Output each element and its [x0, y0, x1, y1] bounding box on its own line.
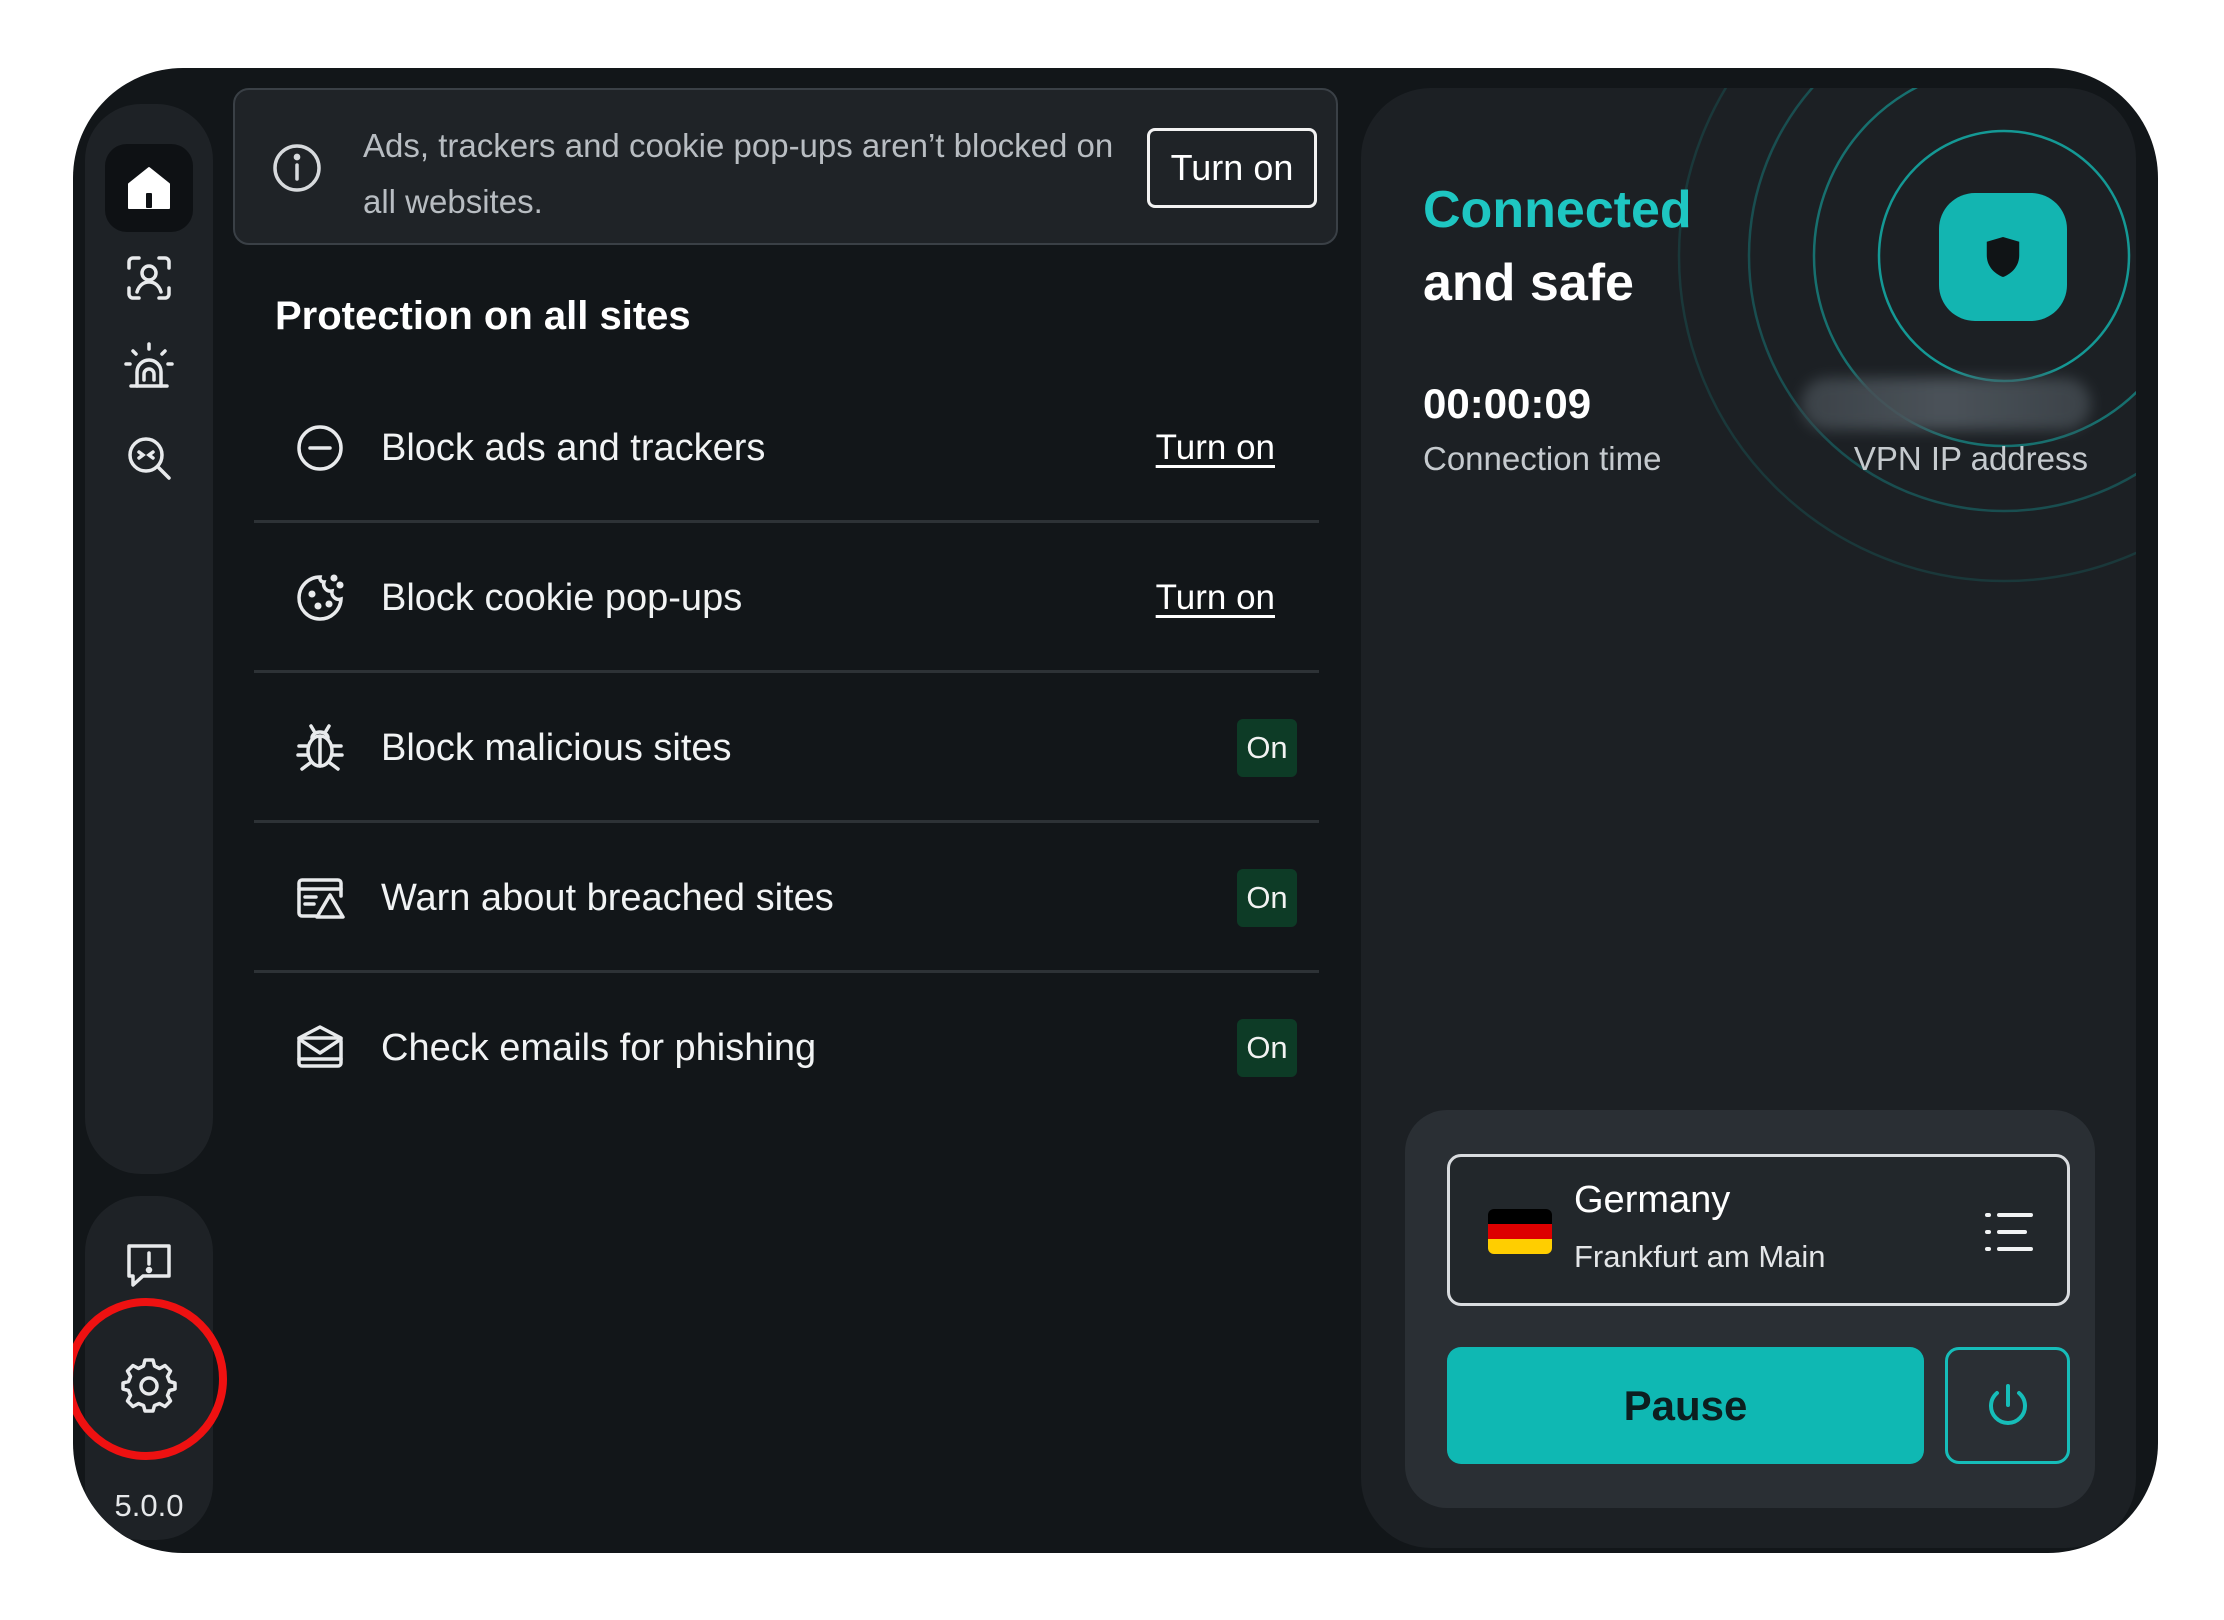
- sidebar-nav: [85, 104, 213, 1174]
- email-phishing-icon: [297, 1025, 343, 1068]
- cookie-icon: [297, 574, 344, 621]
- feature-label: Warn about breached sites: [381, 877, 834, 919]
- connection-time: 00:00:09: [1423, 380, 1592, 427]
- feature-label: Block ads and trackers: [381, 427, 766, 469]
- alarm-icon: [124, 342, 174, 388]
- location-card: Germany Frankfurt am Main Pause: [1405, 1110, 2095, 1508]
- sidebar-item-alerts[interactable]: [105, 324, 193, 412]
- vpn-shield-button[interactable]: [1939, 193, 2067, 321]
- info-banner: Ads, trackers and cookie pop-ups aren’t …: [233, 88, 1338, 245]
- sidebar-item-identity[interactable]: [105, 234, 193, 322]
- status-badge[interactable]: On: [1237, 869, 1297, 927]
- sidebar-footer: 5.0.0: [85, 1196, 213, 1540]
- feature-label: Check emails for phishing: [381, 1027, 817, 1069]
- location-country: Germany: [1574, 1179, 1731, 1221]
- germany-flag-icon: [1488, 1209, 1552, 1254]
- sidebar-item-home[interactable]: [105, 144, 193, 232]
- server-list-icon[interactable]: [1981, 1207, 2037, 1257]
- search-threat-icon: [128, 437, 171, 480]
- disconnect-button[interactable]: [1945, 1347, 2070, 1464]
- location-city: Frankfurt am Main: [1574, 1239, 1826, 1274]
- connection-status: Connected: [1423, 181, 1692, 239]
- feature-row-email-phishing: Check emails for phishing On: [254, 973, 1319, 1123]
- sidebar-item-scan[interactable]: [105, 414, 193, 502]
- status-badge[interactable]: On: [1237, 1019, 1297, 1077]
- breached-site-icon: [297, 878, 345, 919]
- status-badge[interactable]: On: [1237, 719, 1297, 777]
- pause-button[interactable]: Pause: [1447, 1347, 1924, 1464]
- settings-button[interactable]: [105, 1342, 193, 1430]
- bug-icon: [296, 724, 344, 771]
- vpn-ip-label: VPN IP address: [1853, 440, 2088, 477]
- connection-status-sub: and safe: [1423, 254, 1634, 312]
- feedback-icon: [127, 1244, 171, 1287]
- connection-time-label: Connection time: [1423, 440, 1662, 477]
- app-window: 5.0.0 Ads, trackers and cookie pop-ups a…: [73, 68, 2158, 1553]
- location-selector[interactable]: Germany Frankfurt am Main: [1447, 1154, 2070, 1306]
- feedback-button[interactable]: [105, 1220, 193, 1308]
- banner-message: Ads, trackers and cookie pop-ups aren’t …: [363, 127, 1114, 220]
- shield-icon: [1986, 236, 2020, 278]
- vpn-panel: Connected and safe 00:00:09 Connection t…: [1361, 88, 2136, 1548]
- feature-row-breached-sites: Warn about breached sites On: [254, 823, 1319, 973]
- feature-row-malicious-sites: Block malicious sites On: [254, 673, 1319, 823]
- feature-row-block-ads: Block ads and trackers Turn on: [254, 373, 1319, 523]
- info-icon: [273, 144, 321, 192]
- feature-label: Block cookie pop-ups: [381, 577, 743, 619]
- gear-icon: [121, 1358, 177, 1413]
- vpn-ip-address-blurred: [1801, 378, 2091, 430]
- feature-row-block-cookies: Block cookie pop-ups Turn on: [254, 523, 1319, 673]
- block-ads-icon: [297, 425, 343, 471]
- feature-label: Block malicious sites: [381, 727, 732, 769]
- app-version: 5.0.0: [114, 1488, 184, 1523]
- turn-on-link[interactable]: Turn on: [1156, 523, 1275, 673]
- banner-turn-on-button[interactable]: Turn on: [1147, 128, 1317, 208]
- section-title: Protection on all sites: [275, 294, 691, 338]
- identity-scan-icon: [127, 256, 171, 300]
- power-icon: [1988, 1383, 2027, 1425]
- home-icon: [128, 167, 170, 209]
- turn-on-link[interactable]: Turn on: [1156, 373, 1275, 523]
